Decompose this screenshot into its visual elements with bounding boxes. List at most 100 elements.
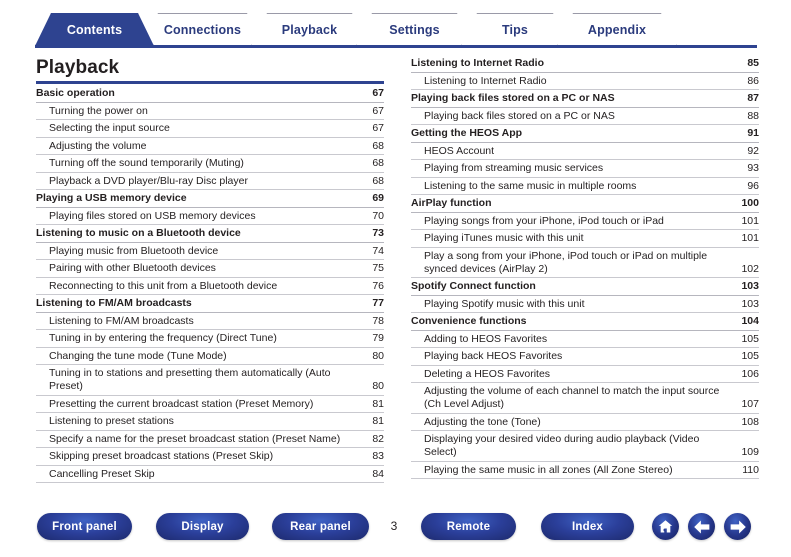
toc-entry-label: Playing back HEOS Favorites	[424, 350, 563, 362]
toc-entry[interactable]: Play a song from your iPhone, iPod touch…	[411, 248, 759, 278]
toc-entry[interactable]: Deleting a HEOS Favorites 106	[411, 366, 759, 383]
toc-entry-label: Displaying your desired video during aud…	[424, 433, 700, 458]
tab-list: Contents Connections Playback Settings Tips A…	[35, 13, 665, 46]
toc-entry[interactable]: Playing files stored on USB memory devic…	[36, 208, 384, 225]
toc-entry-page: 86	[747, 74, 759, 87]
toc-entry-page: 77	[372, 297, 384, 309]
tab-label: Playback	[281, 23, 338, 37]
toc-entry-page: 105	[741, 350, 759, 362]
arrow-right-icon[interactable]	[724, 513, 751, 540]
toc-entry[interactable]: Turning off the sound temporarily (Mutin…	[36, 155, 384, 173]
toc-entry[interactable]: Adding to HEOS Favorites 105	[411, 331, 759, 348]
toc-entry[interactable]: Reconnecting to this unit from a Bluetoo…	[36, 278, 384, 295]
toc-entry-page: 81	[372, 397, 384, 410]
toc-entry-label: HEOS Account	[424, 144, 495, 157]
toc-entry-page: 103	[741, 280, 759, 292]
toc-entry-page: 83	[372, 450, 384, 462]
toc-entry[interactable]: Playing songs from your iPhone, iPod tou…	[411, 213, 759, 230]
toc-entry[interactable]: Listening to preset stations 81	[36, 413, 384, 431]
tab-label: Appendix	[587, 23, 647, 37]
tab-appendix[interactable]: Appendix	[557, 13, 677, 46]
page-title-underline	[36, 81, 384, 84]
toc-entry-label: Deleting a HEOS Favorites	[424, 367, 551, 380]
toc-entry[interactable]: AirPlay function 100	[411, 195, 759, 213]
toc-entry[interactable]: Listening to Internet Radio 86	[411, 73, 759, 90]
toc-entry[interactable]: Playing back files stored on a PC or NAS…	[411, 108, 759, 125]
toc-entry-label: AirPlay function	[411, 197, 492, 209]
toc-entry-page: 101	[741, 232, 759, 244]
home-icon[interactable]	[652, 513, 679, 540]
toc-entry[interactable]: Displaying your desired video during aud…	[411, 431, 759, 462]
arrow-left-icon[interactable]	[688, 513, 715, 540]
toc-entry-label: Reconnecting to this unit from a Bluetoo…	[49, 279, 278, 292]
toc-entry[interactable]: Specify a name for the preset broadcast …	[36, 431, 384, 448]
toc-entry[interactable]: Listening to Internet Radio 85	[411, 55, 759, 73]
toc-entry-page: 103	[741, 297, 759, 310]
toc-entry-label: Listening to FM/AM broadcasts	[36, 297, 192, 309]
toc-entry-label: Tuning in by entering the frequency (Dir…	[49, 332, 277, 344]
toc-entry-label: Presetting the current broadcast station…	[49, 397, 314, 410]
toc-entry-page: 105	[741, 332, 759, 345]
tab-connections[interactable]: Connections	[142, 13, 263, 46]
toc-entry-label: Specify a name for the preset broadcast …	[49, 432, 341, 445]
toc-entry-label: Playing from streaming music services	[424, 162, 604, 174]
toc-entry[interactable]: Getting the HEOS App 91	[411, 125, 759, 143]
toc-entry[interactable]: Adjusting the volume 68	[36, 138, 384, 155]
toc-entry-page: 67	[372, 122, 384, 134]
toc-entry[interactable]: Playing back HEOS Favorites 105	[411, 348, 759, 366]
toc-entry[interactable]: HEOS Account 92	[411, 143, 759, 160]
toc-entry[interactable]: Cancelling Preset Skip 84	[36, 466, 384, 483]
tab-contents[interactable]: Contents	[35, 13, 154, 46]
toc-entry[interactable]: Changing the tune mode (Tune Mode) 80	[36, 348, 384, 365]
tab-label: Connections	[163, 23, 242, 37]
toc-entry-label: Pairing with other Bluetooth devices	[49, 262, 216, 274]
tab-bar: Contents Connections Playback Settings Tips A…	[0, 0, 791, 48]
rear-panel-button[interactable]: Rear panel	[272, 513, 369, 540]
toc-entry[interactable]: Basic operation 67	[36, 85, 384, 103]
toc-entry[interactable]: Playing from streaming music services 93	[411, 160, 759, 178]
toc-entry-page: 96	[747, 179, 759, 192]
tab-settings[interactable]: Settings	[356, 13, 473, 46]
toc-entry-label: Playing songs from your iPhone, iPod tou…	[424, 214, 664, 227]
toc-entry[interactable]: Listening to FM/AM broadcasts 78	[36, 313, 384, 330]
toc-entry[interactable]: Listening to music on a Bluetooth device…	[36, 225, 384, 243]
remote-button[interactable]: Remote	[421, 513, 516, 540]
toc-entry-page: 84	[372, 467, 384, 480]
toc-entry[interactable]: Turning the power on 67	[36, 103, 384, 120]
toc-entry[interactable]: Playing the same music in all zones (All…	[411, 462, 759, 479]
toc-entry[interactable]: Listening to the same music in multiple …	[411, 178, 759, 195]
front-panel-button[interactable]: Front panel	[37, 513, 132, 540]
toc-entry[interactable]: Tuning in to stations and presetting the…	[36, 365, 384, 396]
toc-entry-page: 76	[372, 279, 384, 292]
toc-entry[interactable]: Spotify Connect function 103	[411, 278, 759, 296]
toc-entry[interactable]: Playing back files stored on a PC or NAS…	[411, 90, 759, 108]
toc-entry[interactable]: Selecting the input source 67	[36, 120, 384, 138]
toc-entry[interactable]: Adjusting the volume of each channel to …	[411, 383, 759, 414]
toc-entry-label: Playing back files stored on a PC or NAS	[424, 109, 615, 122]
tab-tips[interactable]: Tips	[461, 13, 569, 46]
toc-entry[interactable]: Tuning in by entering the frequency (Dir…	[36, 330, 384, 348]
toc-entry-page: 100	[741, 197, 759, 209]
toc-entry-page: 69	[372, 192, 384, 204]
toc-entry-label: Playing back files stored on a PC or NAS	[411, 92, 615, 104]
tab-playback[interactable]: Playback	[251, 13, 368, 46]
toc-entry[interactable]: Playing iTunes music with this unit 101	[411, 230, 759, 248]
toc-entry[interactable]: Presetting the current broadcast station…	[36, 396, 384, 413]
toc-entry-page: 102	[741, 262, 759, 275]
index-button[interactable]: Index	[541, 513, 634, 540]
toc-entry[interactable]: Pairing with other Bluetooth devices 75	[36, 260, 384, 278]
toc-entry[interactable]: Playing music from Bluetooth device 74	[36, 243, 384, 260]
page-title: Playback	[36, 57, 120, 78]
toc-entry[interactable]: Adjusting the tone (Tone) 108	[411, 414, 759, 431]
toc-entry-page: 108	[741, 415, 759, 428]
toc-entry[interactable]: Convenience functions 104	[411, 313, 759, 331]
toc-entry[interactable]: Playing a USB memory device 69	[36, 190, 384, 208]
toc-entry[interactable]: Playback a DVD player/Blu-ray Disc playe…	[36, 173, 384, 190]
toc-entry-page: 80	[372, 380, 384, 392]
toc-entry[interactable]: Skipping preset broadcast stations (Pres…	[36, 448, 384, 466]
display-button[interactable]: Display	[156, 513, 249, 540]
tab-label: Settings	[389, 23, 440, 37]
toc-entry[interactable]: Listening to FM/AM broadcasts 77	[36, 295, 384, 313]
toc-entry[interactable]: Playing Spotify music with this unit 103	[411, 296, 759, 313]
toc-entry-label: Listening to Internet Radio	[424, 74, 547, 87]
